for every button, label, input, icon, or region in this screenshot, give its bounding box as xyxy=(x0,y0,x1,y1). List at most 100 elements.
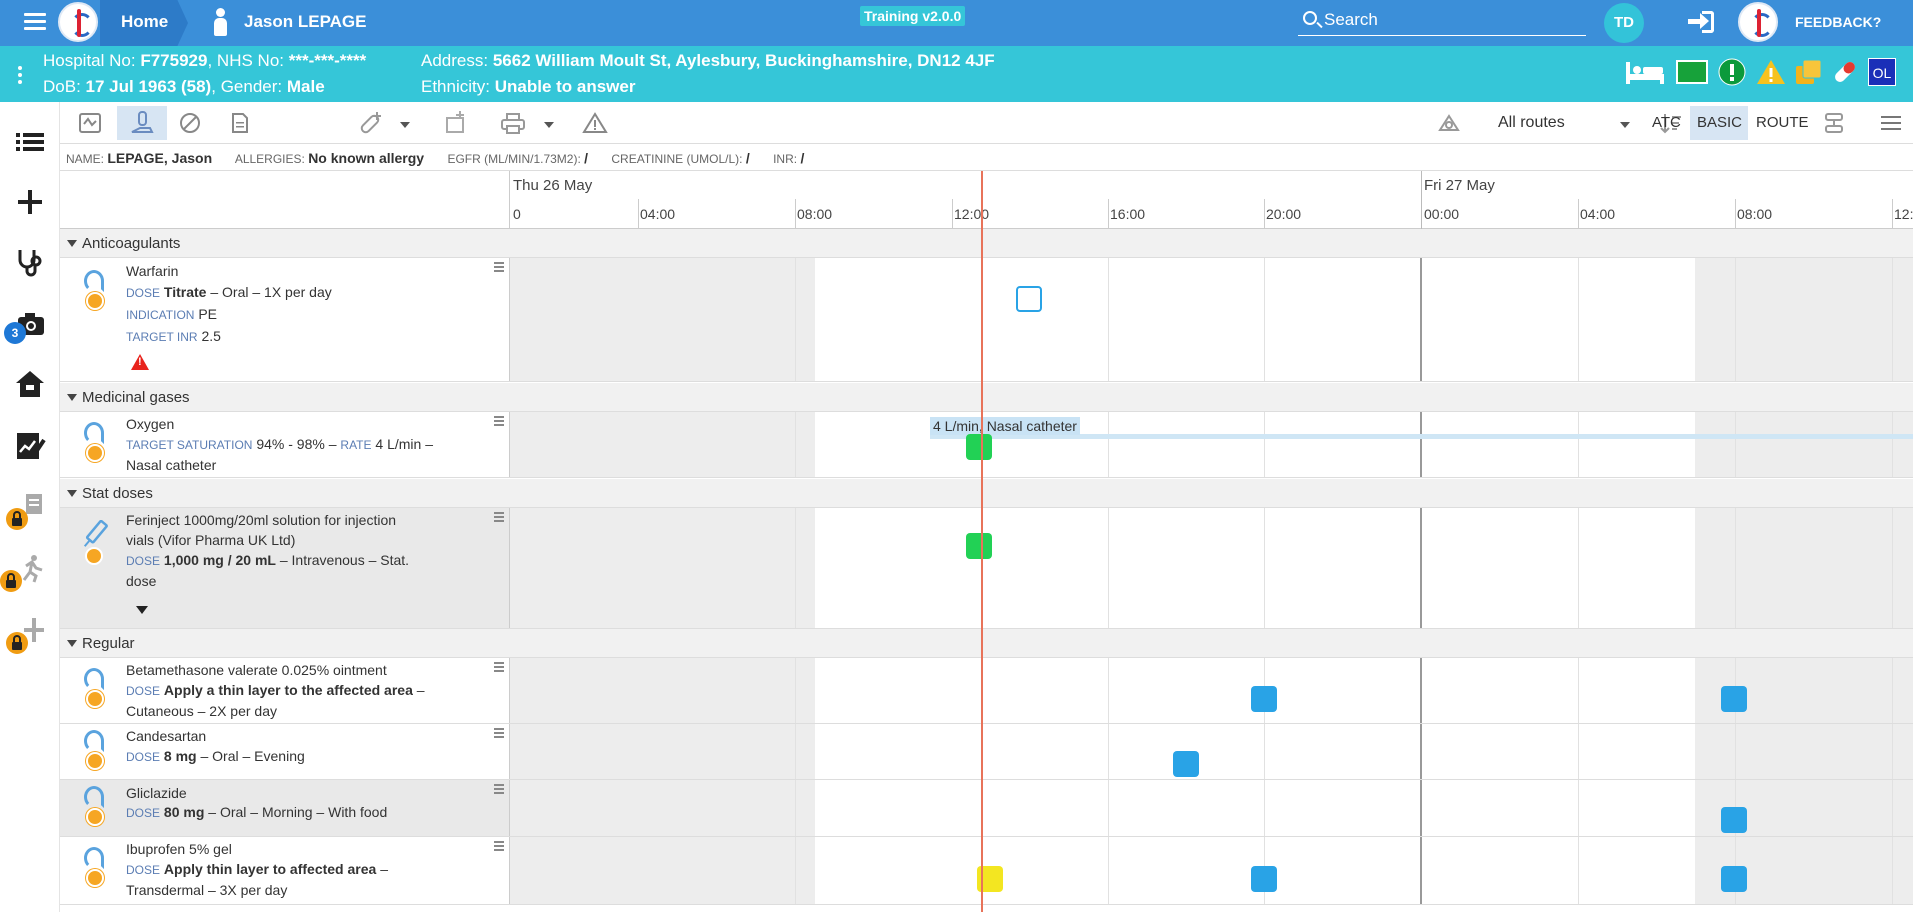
med-dose-cont: dose xyxy=(126,573,157,589)
alert-triangle-icon[interactable] xyxy=(582,112,608,134)
medication-icon xyxy=(80,847,108,891)
med-dose: DOSE 80 mg – Oral – Morning – With food xyxy=(126,804,388,820)
infusion-label[interactable]: 4 L/min, Nasal catheter xyxy=(930,417,1080,435)
medication-icon xyxy=(80,786,108,830)
atc-view-button[interactable]: ATC xyxy=(1652,114,1681,131)
med-name: Candesartan xyxy=(126,728,207,744)
patient-name-tab[interactable]: Jason LEPAGE xyxy=(244,12,367,32)
hour-label: 12: xyxy=(1894,206,1913,222)
home-icon[interactable] xyxy=(14,368,46,400)
add-medication-icon[interactable] xyxy=(358,110,384,134)
med-dose: DOSE Titrate – Oral – 1X per day xyxy=(126,284,332,300)
scheduled-dose[interactable] xyxy=(1721,686,1747,712)
scheduled-dose[interactable] xyxy=(1721,866,1747,892)
route-view-button[interactable]: ROUTE xyxy=(1756,114,1809,131)
search-input[interactable] xyxy=(1324,6,1574,34)
hand-pill-icon[interactable] xyxy=(130,110,154,136)
patient-info-bar: NAME: LEPAGE, Jason ALLERGIES: No known … xyxy=(60,145,1913,171)
section-anticoagulants[interactable]: Anticoagulants xyxy=(60,229,1913,258)
basic-view-button[interactable]: BASIC xyxy=(1697,114,1742,131)
scheduled-dose-empty[interactable] xyxy=(1016,286,1042,312)
add-order-icon[interactable] xyxy=(444,110,468,134)
bed-icon[interactable] xyxy=(1624,58,1666,86)
stethoscope-icon[interactable] xyxy=(14,246,46,278)
training-badge: Training v2.0.0 xyxy=(860,6,966,26)
print-icon[interactable] xyxy=(500,112,526,134)
banner-more-icon[interactable] xyxy=(18,66,22,87)
med-row-gliclazide[interactable]: Gliclazide DOSE 80 mg – Oral – Morning –… xyxy=(60,780,1913,837)
hour-label: 12:00 xyxy=(954,206,990,222)
row-menu-icon[interactable] xyxy=(494,662,504,674)
scheduled-dose[interactable] xyxy=(1173,751,1199,777)
menu-icon[interactable] xyxy=(24,13,46,30)
med-name: Ibuprofen 5% gel xyxy=(126,841,232,857)
day-label: Fri 27 May xyxy=(1424,177,1495,194)
scheduled-dose[interactable] xyxy=(1251,866,1277,892)
status-green-icon[interactable] xyxy=(1676,60,1708,84)
row-menu-icon[interactable] xyxy=(494,262,504,274)
home-tab[interactable]: Home xyxy=(100,0,188,46)
hour-label: 08:00 xyxy=(1737,206,1773,222)
info-egfr: / xyxy=(584,150,589,166)
documents-icon[interactable] xyxy=(1794,58,1824,86)
pill-icon[interactable] xyxy=(178,112,202,134)
feedback-button[interactable]: FEEDBACK? xyxy=(1795,14,1881,30)
med-row-oxygen[interactable]: Oxygen TARGET SATURATION 94% - 98% – RAT… xyxy=(60,412,1913,478)
med-name: Ferinject 1000mg/20ml solution for injec… xyxy=(126,512,397,528)
scheduled-dose[interactable] xyxy=(1251,686,1277,712)
chart-doc-icon[interactable] xyxy=(14,430,46,462)
alert-green-icon[interactable] xyxy=(1718,58,1746,86)
print-dropdown-icon[interactable] xyxy=(544,122,554,128)
chart-view-icon[interactable] xyxy=(78,112,102,134)
layout-icon[interactable] xyxy=(1822,112,1846,134)
med-row-betamethasone[interactable]: Betamethasone valerate 0.025% ointment D… xyxy=(60,658,1913,724)
logout-icon[interactable] xyxy=(1688,11,1716,33)
more-menu-icon[interactable] xyxy=(1880,114,1902,132)
section-regular[interactable]: Regular xyxy=(60,629,1913,658)
med-row-candesartan[interactable]: Candesartan DOSE 8 mg – Oral – Evening xyxy=(60,724,1913,780)
patient-icon xyxy=(212,8,228,36)
hour-label: 04:00 xyxy=(640,206,676,222)
row-menu-icon[interactable] xyxy=(494,728,504,740)
med-row-ferinject[interactable]: Ferinject 1000mg/20ml solution for injec… xyxy=(60,508,1913,629)
med-name-cont: vials (Vifor Pharma UK Ltd) xyxy=(126,532,296,548)
med-route: Nasal catheter xyxy=(126,457,217,473)
med-row-ibuprofen[interactable]: Ibuprofen 5% gel DOSE Apply thin layer t… xyxy=(60,837,1913,905)
expand-icon[interactable] xyxy=(136,606,148,614)
medication-icon[interactable] xyxy=(1830,58,1860,86)
med-row-warfarin[interactable]: Warfarin DOSE Titrate – Oral – 1X per da… xyxy=(60,258,1913,382)
med-name: Warfarin xyxy=(126,263,179,279)
med-dose: TARGET SATURATION 94% - 98% – RATE 4 L/m… xyxy=(126,436,434,452)
warning-icon[interactable] xyxy=(131,354,149,370)
info-creatinine: / xyxy=(745,150,750,166)
routes-dropdown-icon[interactable] xyxy=(1620,122,1630,128)
row-menu-icon[interactable] xyxy=(494,784,504,796)
section-stat-doses[interactable]: Stat doses xyxy=(60,479,1913,508)
warning-icon[interactable] xyxy=(1756,58,1786,86)
add-medication-dropdown-icon[interactable] xyxy=(400,122,410,128)
row-menu-icon[interactable] xyxy=(494,416,504,428)
list-icon[interactable] xyxy=(14,126,46,158)
med-name: Oxygen xyxy=(126,416,175,432)
left-sidebar: 3 xyxy=(0,102,60,912)
hospital-no: F775929 xyxy=(140,51,208,70)
administered-dose[interactable] xyxy=(966,533,992,559)
add-icon[interactable] xyxy=(14,186,46,218)
injection-icon xyxy=(83,520,108,565)
med-route: Cutaneous – 2X per day xyxy=(126,703,277,719)
user-avatar[interactable]: TD xyxy=(1604,3,1644,43)
administered-dose[interactable] xyxy=(966,434,992,460)
ol-badge[interactable]: OL xyxy=(1868,58,1896,86)
search-box[interactable] xyxy=(1298,6,1586,36)
document-icon[interactable] xyxy=(230,112,250,134)
hour-label: 04:00 xyxy=(1580,206,1616,222)
scheduled-dose[interactable] xyxy=(1721,807,1747,833)
routes-select[interactable]: All routes xyxy=(1498,114,1565,132)
chart-toolbar: All routes ATC BASIC ROUTE xyxy=(60,102,1913,144)
patient-ethnicity: Ethnicity: Unable to answer xyxy=(421,77,636,96)
section-medicinal-gases[interactable]: Medicinal gases xyxy=(60,383,1913,412)
row-menu-icon[interactable] xyxy=(494,512,504,524)
row-menu-icon[interactable] xyxy=(494,841,504,853)
info-allergies: No known allergy xyxy=(308,150,425,166)
info-inr: / xyxy=(800,150,805,166)
